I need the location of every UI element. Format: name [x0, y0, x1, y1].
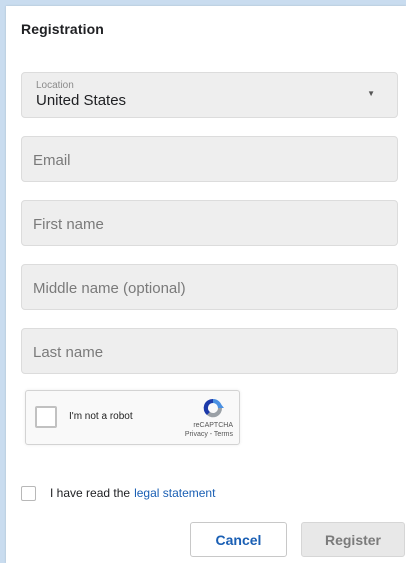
recaptcha-label: I'm not a robot	[69, 411, 133, 422]
dropdown-arrow-icon: ▼	[367, 89, 375, 98]
recaptcha-widget: I'm not a robot reCAPTCHA Privacy - Term…	[25, 390, 240, 445]
email-placeholder: Email	[33, 152, 71, 169]
legal-consent: I have read the legal statement	[21, 484, 215, 502]
recaptcha-checkbox[interactable]	[35, 406, 57, 428]
recaptcha-links[interactable]: Privacy - Terms	[185, 431, 233, 438]
last-name-placeholder: Last name	[33, 344, 104, 361]
legal-checkbox[interactable]	[21, 485, 36, 501]
dialog-title: Registration	[21, 21, 104, 37]
registration-dialog: Registration Location United States ▼ Em…	[6, 6, 406, 563]
register-button[interactable]: Register	[301, 522, 405, 557]
location-label: Location	[36, 80, 74, 91]
last-name-field[interactable]: Last name	[21, 328, 398, 374]
first-name-field[interactable]: First name	[21, 200, 398, 246]
recaptcha-brand: reCAPTCHA	[193, 422, 233, 429]
first-name-placeholder: First name	[33, 216, 104, 233]
cancel-button[interactable]: Cancel	[190, 522, 287, 557]
legal-text: I have read the	[50, 486, 131, 500]
location-value: United States	[36, 92, 127, 109]
recaptcha-logo-icon	[203, 398, 224, 418]
email-field[interactable]: Email	[21, 136, 398, 182]
legal-statement-link[interactable]: legal statement	[134, 486, 215, 500]
middle-name-field[interactable]: Middle name (optional)	[21, 264, 398, 310]
middle-name-placeholder: Middle name (optional)	[33, 280, 186, 297]
location-select[interactable]: Location United States ▼	[21, 72, 398, 118]
